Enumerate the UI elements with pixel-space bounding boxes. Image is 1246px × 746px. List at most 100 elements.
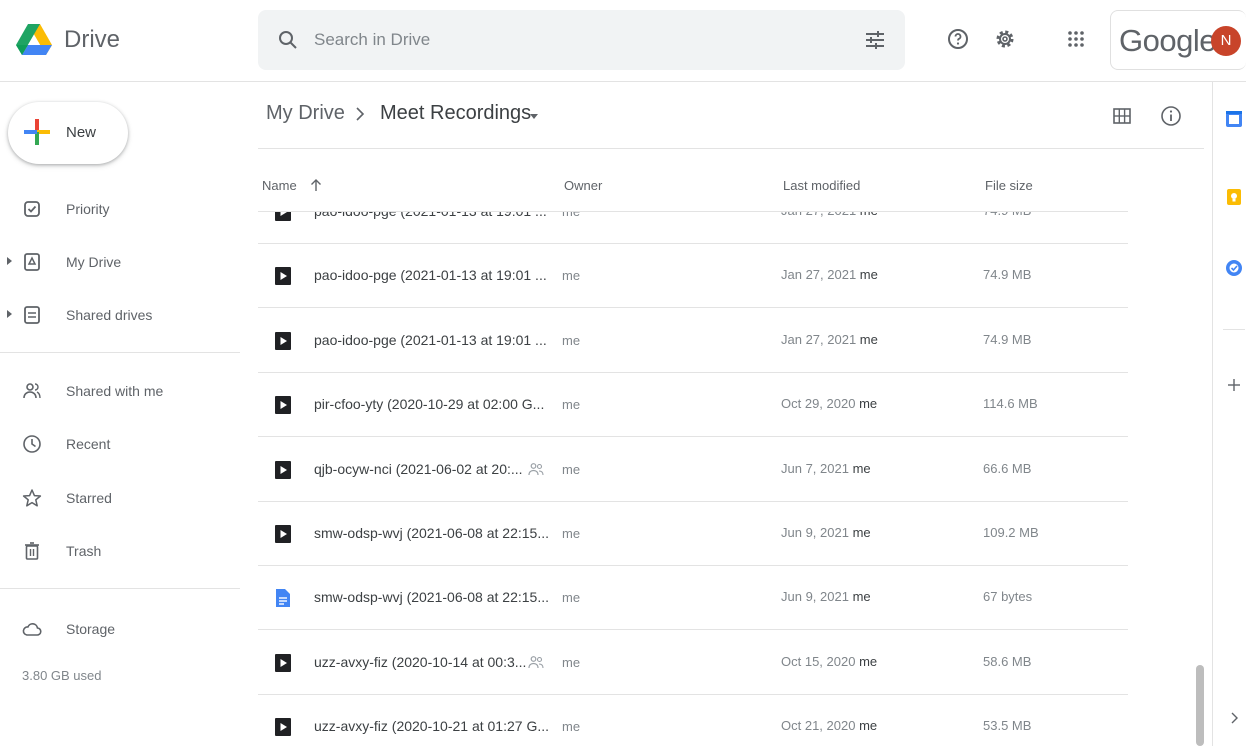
file-last-modified: Jun 9, 2021 me bbox=[781, 525, 871, 540]
app-name[interactable]: Drive bbox=[64, 26, 120, 54]
video-file-icon bbox=[275, 267, 291, 286]
file-name: uzz-avxy-fiz (2020-10-21 at 01:27 G... bbox=[314, 718, 549, 735]
sidebar-item-shared-drives[interactable]: Shared drives bbox=[0, 293, 240, 337]
sidebar-item-label: Priority bbox=[66, 201, 110, 217]
app-header: Drive Google N bbox=[0, 0, 1246, 82]
apps-grid-icon[interactable] bbox=[1066, 29, 1086, 49]
file-row[interactable]: pao-idoo-pge (2021-01-13 at 19:01 ...meJ… bbox=[258, 212, 1128, 244]
video-file-icon bbox=[275, 396, 291, 415]
sidebar-item-priority[interactable]: Priority bbox=[0, 187, 240, 231]
sidebar-item-trash[interactable]: Trash bbox=[0, 529, 240, 573]
file-row[interactable]: uzz-avxy-fiz (2020-10-21 at 01:27 G... me… bbox=[258, 695, 1128, 746]
file-list: pao-idoo-pge (2021-01-13 at 19:01 ... me J… bbox=[258, 212, 1128, 746]
info-icon[interactable] bbox=[1159, 104, 1183, 128]
keep-icon[interactable] bbox=[1225, 188, 1243, 206]
expand-arrow-icon[interactable] bbox=[7, 257, 12, 265]
sidebar-item-starred[interactable]: Starred bbox=[0, 476, 240, 520]
file-name: smw-odsp-wvj (2021-06-08 at 22:15... bbox=[314, 525, 549, 541]
gear-icon[interactable] bbox=[993, 27, 1017, 51]
help-icon[interactable] bbox=[946, 27, 970, 51]
file-row[interactable]: pao-idoo-pge (2021-01-13 at 19:01 ...meJ… bbox=[258, 309, 1128, 373]
add-addon-icon[interactable] bbox=[1227, 378, 1241, 392]
sidebar-item-label: My Drive bbox=[66, 254, 122, 270]
file-row[interactable]: qjb-ocyw-nci (2021-06-02 at 20:... me Jun … bbox=[258, 438, 1128, 502]
chevron-right-icon bbox=[356, 107, 365, 121]
avatar[interactable]: N bbox=[1211, 26, 1241, 56]
file-owner: me bbox=[562, 719, 581, 735]
chevron-right-icon[interactable] bbox=[1230, 712, 1238, 724]
video-file-icon bbox=[275, 718, 291, 737]
file-last-modified: Oct 21, 2020 me bbox=[781, 718, 877, 733]
modified-date: Jun 7, 2021 bbox=[781, 460, 853, 476]
google-doc-icon bbox=[276, 589, 290, 608]
breadcrumb-my-drive[interactable]: My Drive bbox=[266, 102, 345, 125]
file-owner: me bbox=[562, 268, 581, 284]
drive-logo-icon[interactable] bbox=[14, 22, 54, 58]
file-row[interactable]: smw-odsp-wvj (2021-06-08 at 22:15... me Ju… bbox=[258, 566, 1128, 631]
modified-by: me bbox=[859, 331, 878, 347]
breadcrumb-current-folder[interactable]: Meet Recordings bbox=[380, 102, 531, 125]
file-size: 109.2 MB bbox=[983, 525, 1039, 540]
file-size: 66.6 MB bbox=[983, 460, 1032, 476]
side-panel bbox=[1212, 82, 1246, 746]
file-last-modified: Jan 27, 2021 me bbox=[781, 212, 878, 218]
search-icon[interactable] bbox=[278, 30, 298, 50]
file-name: pao-idoo-pge (2021-01-13 at 19:01 ... bbox=[314, 212, 547, 219]
file-owner: me bbox=[562, 212, 580, 219]
cloud-icon bbox=[22, 623, 42, 636]
folder-menu-caret-icon[interactable] bbox=[530, 114, 538, 119]
shared-people-icon bbox=[528, 655, 544, 668]
search-bar[interactable] bbox=[258, 10, 905, 70]
account-switcher[interactable]: Google N bbox=[1110, 10, 1246, 70]
shared-people-icon bbox=[528, 462, 544, 475]
file-size: 74.9 MB bbox=[983, 267, 1032, 283]
column-header-last-modified[interactable]: Last modified bbox=[783, 178, 860, 193]
sidebar-item-label: Starred bbox=[66, 490, 112, 506]
expand-arrow-icon[interactable] bbox=[7, 310, 12, 318]
google-wordmark: Google bbox=[1119, 23, 1216, 58]
toolbar-divider bbox=[258, 148, 1204, 149]
grid-view-icon[interactable] bbox=[1112, 106, 1132, 126]
sidebar-item-my-drive[interactable]: My Drive bbox=[0, 240, 240, 284]
search-options-icon[interactable] bbox=[864, 29, 886, 51]
storage-usage-text: 3.80 GB used bbox=[22, 668, 102, 683]
file-owner: me bbox=[562, 332, 581, 348]
modified-by: me bbox=[852, 589, 871, 605]
file-owner: me bbox=[562, 461, 581, 477]
file-name: pao-idoo-pge (2021-01-13 at 19:01 ... bbox=[314, 267, 547, 284]
file-last-modified: Jan 27, 2021 me bbox=[781, 267, 878, 282]
file-name: pir-cfoo-yty (2020-10-29 at 02:00 G... bbox=[314, 396, 545, 413]
file-owner: me bbox=[562, 526, 581, 541]
file-row[interactable]: pir-cfoo-yty (2020-10-29 at 02:00 G... me… bbox=[258, 373, 1128, 438]
modified-date: Oct 29, 2020 bbox=[781, 396, 860, 412]
new-button-label: New bbox=[66, 124, 97, 141]
trash-icon bbox=[25, 542, 39, 560]
file-last-modified: Jun 9, 2021 me bbox=[781, 589, 871, 604]
file-row[interactable]: uzz-avxy-fiz (2020-10-14 at 00:3... me Oct… bbox=[258, 631, 1128, 695]
sidebar-item-recent[interactable]: Recent bbox=[0, 422, 240, 466]
column-header-file-size[interactable]: File size bbox=[985, 178, 1033, 193]
scrollbar-thumb[interactable] bbox=[1196, 665, 1204, 746]
calendar-icon[interactable] bbox=[1225, 110, 1243, 128]
column-header-owner[interactable]: Owner bbox=[564, 178, 602, 193]
file-row[interactable]: smw-odsp-wvj (2021-06-08 at 22:15... me Ju… bbox=[258, 502, 1128, 566]
tasks-icon[interactable] bbox=[1225, 259, 1243, 277]
modified-by: me bbox=[852, 460, 871, 476]
sidebar-item-shared-with-me[interactable]: Shared with me bbox=[0, 369, 240, 413]
modified-by: me bbox=[860, 212, 878, 218]
search-input[interactable] bbox=[314, 27, 834, 53]
modified-by: me bbox=[859, 718, 878, 734]
sidebar-divider bbox=[0, 352, 240, 353]
sort-ascending-icon[interactable] bbox=[310, 178, 322, 192]
video-file-icon bbox=[275, 331, 291, 350]
sidebar-item-storage[interactable]: Storage bbox=[0, 607, 240, 651]
column-header-name[interactable]: Name bbox=[262, 178, 297, 193]
new-button[interactable]: New bbox=[8, 102, 128, 164]
file-last-modified: Oct 29, 2020 me bbox=[781, 396, 877, 411]
file-row[interactable]: pao-idoo-pge (2021-01-13 at 19:01 ... me J… bbox=[258, 244, 1128, 309]
file-size: 114.6 MB bbox=[983, 396, 1038, 412]
sidebar-item-label: Trash bbox=[66, 543, 102, 559]
modified-by: me bbox=[852, 525, 871, 540]
modified-by: me bbox=[859, 396, 878, 412]
video-file-icon bbox=[275, 212, 291, 221]
